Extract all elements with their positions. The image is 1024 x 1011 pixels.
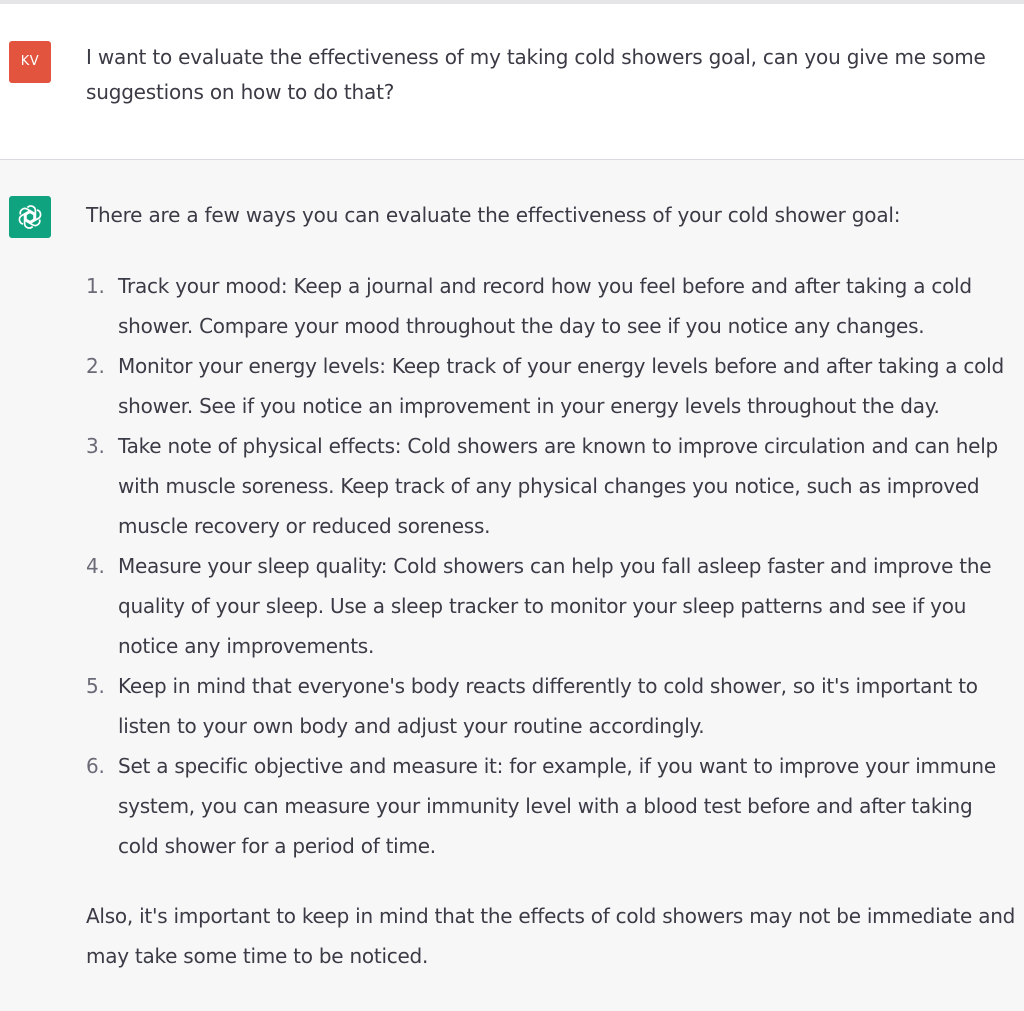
list-item: 4. Measure your sleep quality: Cold show…: [86, 546, 1016, 666]
user-message-text: I want to evaluate the effectiveness of …: [86, 45, 986, 104]
list-item-number: 1.: [86, 274, 105, 298]
user-avatar: KV: [9, 41, 51, 83]
list-item-text: Measure your sleep quality: Cold showers…: [118, 554, 992, 658]
assistant-avatar: [9, 196, 51, 238]
list-item-number: 5.: [86, 674, 105, 698]
list-item: 5. Keep in mind that everyone's body rea…: [86, 666, 1016, 746]
suggestion-list: 1. Track your mood: Keep a journal and r…: [86, 266, 1016, 866]
list-item-number: 3.: [86, 434, 105, 458]
list-item-text: Monitor your energy levels: Keep track o…: [118, 354, 1004, 418]
list-item-number: 4.: [86, 554, 105, 578]
list-item: 1. Track your mood: Keep a journal and r…: [86, 266, 1016, 346]
assistant-message: There are a few ways you can evaluate th…: [0, 160, 1024, 1011]
assistant-intro: There are a few ways you can evaluate th…: [86, 203, 901, 227]
openai-logo-icon: [18, 205, 42, 229]
list-item-text: Set a specific objective and measure it:…: [118, 754, 996, 858]
list-item-text: Take note of physical effects: Cold show…: [118, 434, 998, 538]
list-item: 6. Set a specific objective and measure …: [86, 746, 1016, 866]
list-item: 2. Monitor your energy levels: Keep trac…: [86, 346, 1016, 426]
assistant-outro: Also, it's important to keep in mind tha…: [86, 904, 1016, 968]
list-item-number: 6.: [86, 754, 105, 778]
list-item-text: Keep in mind that everyone's body reacts…: [118, 674, 978, 738]
list-item-text: Track your mood: Keep a journal and reco…: [118, 274, 972, 338]
list-item: 3. Take note of physical effects: Cold s…: [86, 426, 1016, 546]
list-item-number: 2.: [86, 354, 105, 378]
user-message: KV I want to evaluate the effectiveness …: [0, 4, 1024, 160]
